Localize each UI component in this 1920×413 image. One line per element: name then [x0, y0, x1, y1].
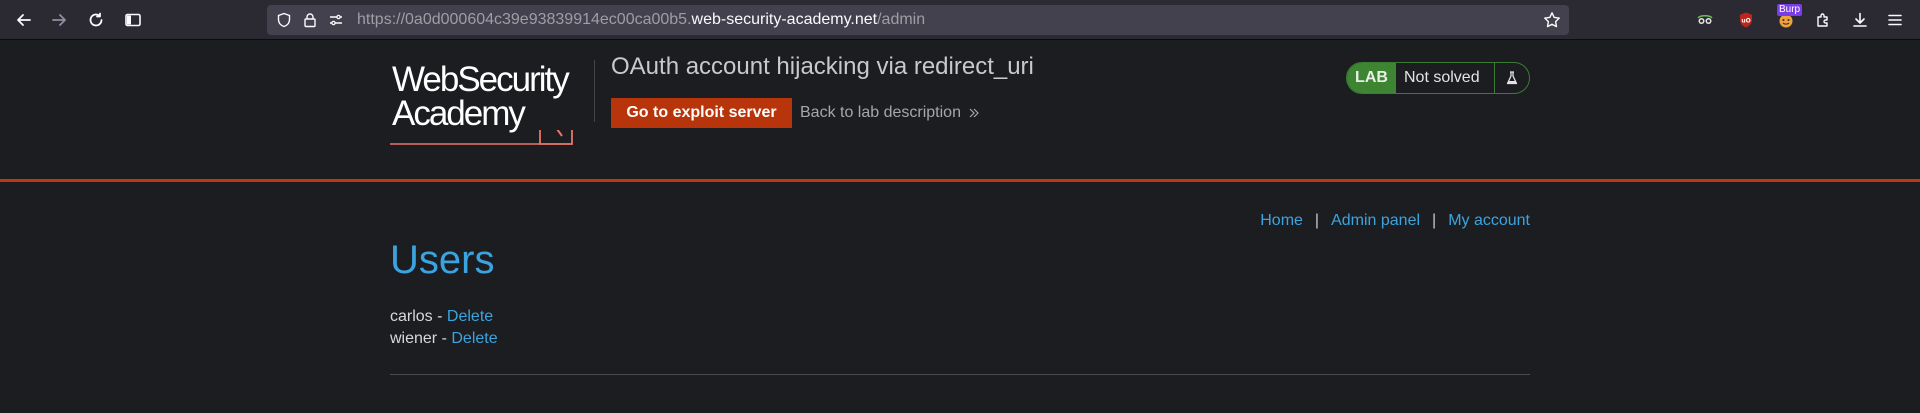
user-separator: -: [437, 330, 452, 347]
double-chevron-right-icon: [969, 108, 979, 118]
lab-status-widget: LAB Not solved: [1346, 62, 1530, 94]
download-icon[interactable]: [1849, 9, 1871, 31]
burp-badge: Burp: [1777, 4, 1803, 16]
nav-home-link[interactable]: Home: [1260, 212, 1303, 229]
forward-icon[interactable]: [47, 8, 71, 32]
back-to-lab-description-link[interactable]: Back to lab description: [800, 98, 981, 128]
page-title: Users: [390, 238, 495, 282]
user-list: carlos - Delete wiener - Delete: [390, 306, 498, 350]
ublock-icon[interactable]: uO: [1735, 9, 1757, 31]
svg-text:uO: uO: [1741, 18, 1750, 25]
flask-icon[interactable]: [1495, 63, 1529, 93]
nav-separator: |: [1314, 212, 1320, 229]
go-to-exploit-server-button[interactable]: Go to exploit server: [611, 98, 792, 128]
user-separator: -: [432, 308, 447, 325]
permissions-icon[interactable]: [327, 11, 345, 29]
lab-title: OAuth account hijacking via redirect_uri: [611, 53, 1034, 80]
browser-toolbar: https://0a0d000604c39e93839914ec00ca00b5…: [0, 0, 1920, 40]
user-name: wiener: [390, 330, 438, 347]
delete-user-link[interactable]: Delete: [451, 330, 497, 347]
logo-flash-icon: [390, 130, 573, 145]
nav-my-account-link[interactable]: My account: [1448, 212, 1530, 229]
back-icon[interactable]: [12, 8, 36, 32]
lock-icon[interactable]: [301, 11, 319, 29]
logo-line1: WebSecurity: [392, 60, 570, 99]
logo-divider: [594, 60, 595, 122]
shield-icon[interactable]: [275, 11, 293, 29]
lab-status-label: LAB: [1347, 63, 1396, 93]
user-row: carlos - Delete: [390, 306, 498, 328]
reload-icon[interactable]: [84, 8, 108, 32]
sidebar-toggle-icon[interactable]: [121, 8, 145, 32]
bookmark-star-icon[interactable]: [1543, 11, 1561, 29]
spy-extension-icon[interactable]: [1694, 9, 1716, 31]
extensions-puzzle-icon[interactable]: [1812, 9, 1834, 31]
web-security-academy-logo[interactable]: WebSecurity Academy: [390, 60, 590, 145]
menu-icon[interactable]: [1884, 9, 1906, 31]
content-divider: [390, 374, 1530, 375]
nav-admin-panel-link[interactable]: Admin panel: [1331, 212, 1420, 229]
lab-status-text: Not solved: [1396, 63, 1495, 93]
address-bar[interactable]: https://0a0d000604c39e93839914ec00ca00b5…: [267, 5, 1569, 35]
user-row: wiener - Delete: [390, 328, 498, 350]
delete-user-link[interactable]: Delete: [447, 308, 493, 325]
top-navigation: Home | Admin panel | My account: [1260, 212, 1530, 230]
user-name: carlos: [390, 308, 433, 325]
lab-header: WebSecurity Academy OAuth account hijack…: [0, 41, 1920, 182]
back-link-label: Back to lab description: [800, 104, 961, 121]
url-text[interactable]: https://0a0d000604c39e93839914ec00ca00b5…: [357, 5, 925, 35]
nav-separator: |: [1432, 212, 1437, 229]
logo-line2: Academy: [392, 94, 526, 133]
